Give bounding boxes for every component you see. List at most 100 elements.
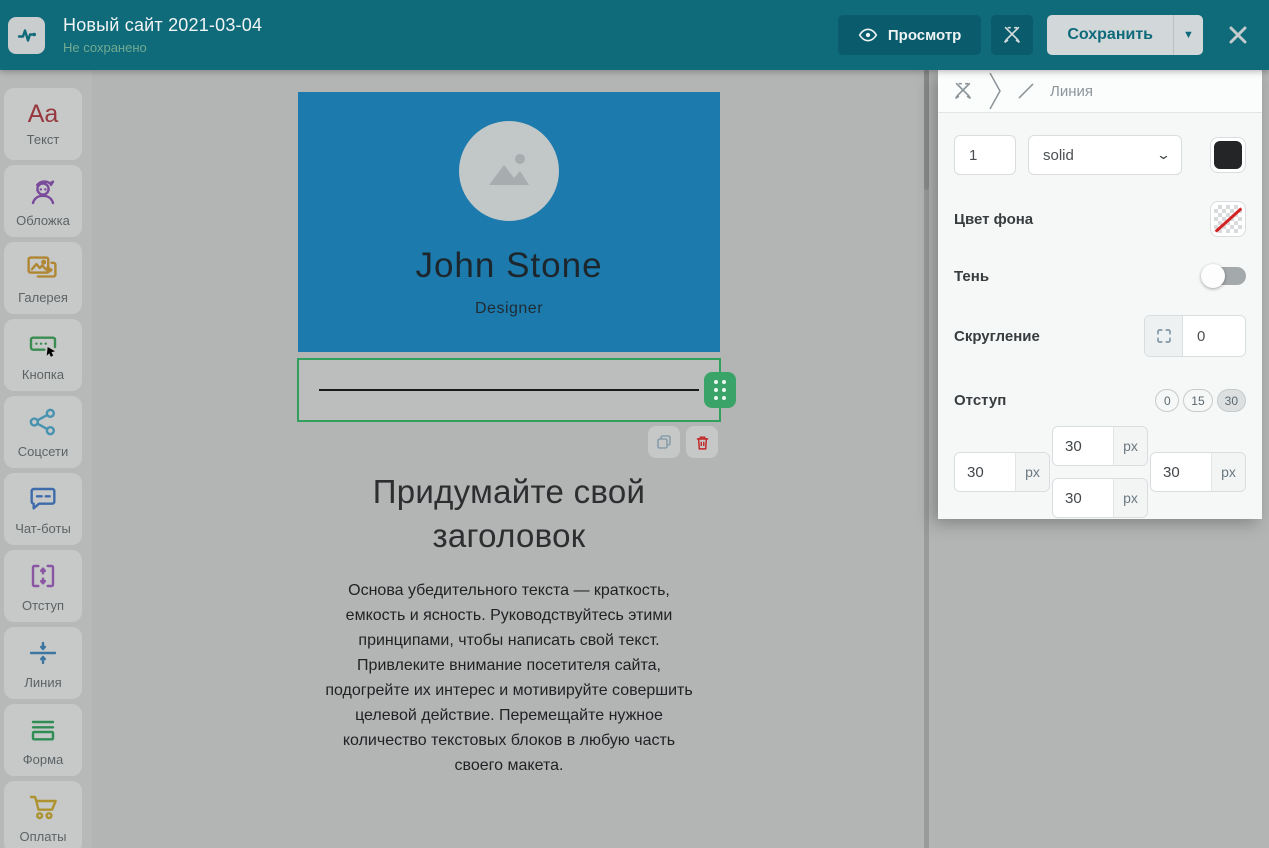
padding-right-unit: px: [1211, 453, 1245, 491]
padding-top-group: 30 px: [1052, 426, 1148, 466]
design-tools-button[interactable]: [991, 15, 1033, 55]
copy-icon: [655, 433, 673, 451]
sidebar-item-spacing[interactable]: Отступ: [4, 550, 82, 622]
sidebar-item-button[interactable]: Кнопка: [4, 319, 82, 391]
sidebar-item-gallery[interactable]: Галерея: [4, 242, 82, 314]
breadcrumb-current: Линия: [1050, 83, 1093, 100]
preview-button[interactable]: Просмотр: [838, 15, 981, 55]
cover-name[interactable]: John Stone: [415, 246, 602, 286]
padding-bottom-unit: px: [1113, 479, 1147, 517]
panel-breadcrumb: Линия: [938, 70, 1262, 113]
eye-icon: [858, 25, 878, 45]
line-element-icon: [1016, 81, 1036, 101]
sidebar-item-label: Форма: [23, 752, 64, 767]
selected-line-element[interactable]: [297, 358, 721, 422]
sidebar-item-payments[interactable]: Оплаты: [4, 781, 82, 848]
body-text[interactable]: Основа убедительного текста — краткость,…: [321, 578, 697, 778]
line-width-input[interactable]: 1: [954, 135, 1016, 175]
site-page: John Stone Designer Придумайте свой заг: [298, 92, 720, 778]
save-status: Не сохранено: [63, 40, 262, 55]
padding-left-unit: px: [1015, 453, 1049, 491]
preview-label: Просмотр: [888, 27, 961, 44]
line-settings-panel: Линия 1 solid ⌄ Цвет фона Тень Скруглени…: [938, 70, 1262, 519]
save-split-button[interactable]: Сохранить ▼: [1047, 15, 1203, 55]
shadow-label: Тень: [954, 268, 989, 285]
corner-radius-button[interactable]: [1145, 316, 1183, 356]
person-icon: [27, 175, 59, 207]
save-dropdown-caret[interactable]: ▼: [1173, 15, 1203, 55]
widgets-sidebar: Aa Текст Обложка Галерея Кнопка Соцсети: [0, 70, 92, 848]
headline-text[interactable]: Придумайте свой заголовок: [298, 470, 720, 558]
padding-left-group: 30 px: [954, 452, 1050, 492]
padding-bottom-group: 30 px: [1052, 478, 1148, 518]
toggle-knob: [1201, 264, 1225, 288]
chevron-down-icon: ⌄: [1156, 147, 1171, 163]
drag-dots-icon: [714, 380, 727, 401]
divider-line: [319, 389, 699, 391]
cover-block[interactable]: John Stone Designer: [298, 92, 720, 352]
sidebar-item-chatbots[interactable]: Чат-боты: [4, 473, 82, 545]
page-title: Новый сайт 2021-03-04: [63, 15, 262, 36]
sidebar-item-label: Линия: [24, 675, 61, 690]
crossed-pencils-icon: [1001, 24, 1023, 46]
bg-color-swatch[interactable]: [1210, 201, 1246, 237]
line-style-select[interactable]: solid ⌄: [1028, 135, 1182, 175]
scrollbar-thumb[interactable]: [924, 70, 929, 190]
padding-label: Отступ: [954, 392, 1006, 409]
line-style-value: solid: [1043, 147, 1074, 164]
padding-preset-15[interactable]: 15: [1183, 389, 1212, 412]
save-button[interactable]: Сохранить: [1047, 15, 1173, 55]
sidebar-item-label: Чат-боты: [15, 521, 71, 536]
sidebar-item-social[interactable]: Соцсети: [4, 396, 82, 468]
delete-element-button[interactable]: [686, 426, 718, 458]
form-icon: [27, 714, 59, 746]
bg-color-label: Цвет фона: [954, 211, 1033, 228]
padding-top-input[interactable]: 30: [1053, 427, 1113, 465]
cart-icon: [27, 791, 59, 823]
sidebar-item-label: Отступ: [22, 598, 64, 613]
gallery-icon: [26, 252, 60, 284]
avatar-placeholder[interactable]: [459, 121, 559, 221]
text-icon: Aa: [28, 102, 59, 126]
pulse-icon: [15, 23, 39, 47]
canvas-scrollbar[interactable]: [924, 70, 929, 848]
app-header: Новый сайт 2021-03-04 Не сохранено Просм…: [0, 0, 1269, 70]
crossed-pencils-icon[interactable]: [952, 80, 974, 102]
shadow-toggle[interactable]: [1204, 267, 1246, 285]
sidebar-item-label: Галерея: [18, 290, 68, 305]
sidebar-item-label: Кнопка: [22, 367, 64, 382]
radius-label: Скругление: [954, 328, 1040, 345]
spacing-icon: [27, 560, 59, 592]
padding-right-input[interactable]: 30: [1151, 453, 1211, 491]
close-editor-button[interactable]: [1223, 20, 1253, 50]
padding-right-group: 30 px: [1150, 452, 1246, 492]
editor-canvas: John Stone Designer Придумайте свой заг: [92, 70, 925, 848]
drag-handle[interactable]: [704, 372, 736, 408]
transparent-swatch-icon: [1214, 205, 1242, 233]
sidebar-item-line[interactable]: Линия: [4, 627, 82, 699]
padding-preset-0[interactable]: 0: [1155, 389, 1179, 412]
padding-bottom-input[interactable]: 30: [1053, 479, 1113, 517]
chat-bubble-icon: [27, 483, 59, 515]
padding-preset-30[interactable]: 30: [1217, 389, 1246, 412]
sidebar-item-text[interactable]: Aa Текст: [4, 88, 82, 160]
sidebar-item-label: Соцсети: [18, 444, 68, 459]
cover-role[interactable]: Designer: [475, 300, 543, 318]
breadcrumb-separator: [988, 73, 1002, 109]
sidebar-item-form[interactable]: Форма: [4, 704, 82, 776]
sidebar-item-label: Текст: [27, 132, 60, 147]
radius-input[interactable]: 0: [1183, 316, 1245, 356]
line-color-swatch[interactable]: [1210, 137, 1246, 173]
sidebar-item-label: Оплаты: [20, 829, 67, 844]
button-icon: [27, 329, 59, 361]
close-icon: [1226, 23, 1250, 47]
text-block[interactable]: Придумайте свой заголовок Основа убедите…: [298, 470, 720, 778]
sidebar-item-label: Обложка: [16, 213, 70, 228]
share-icon: [27, 406, 59, 438]
sidebar-item-cover[interactable]: Обложка: [4, 165, 82, 237]
line-icon: [27, 637, 59, 669]
padding-top-unit: px: [1113, 427, 1147, 465]
corner-radius-icon: [1155, 327, 1173, 345]
duplicate-element-button[interactable]: [648, 426, 680, 458]
padding-left-input[interactable]: 30: [955, 453, 1015, 491]
